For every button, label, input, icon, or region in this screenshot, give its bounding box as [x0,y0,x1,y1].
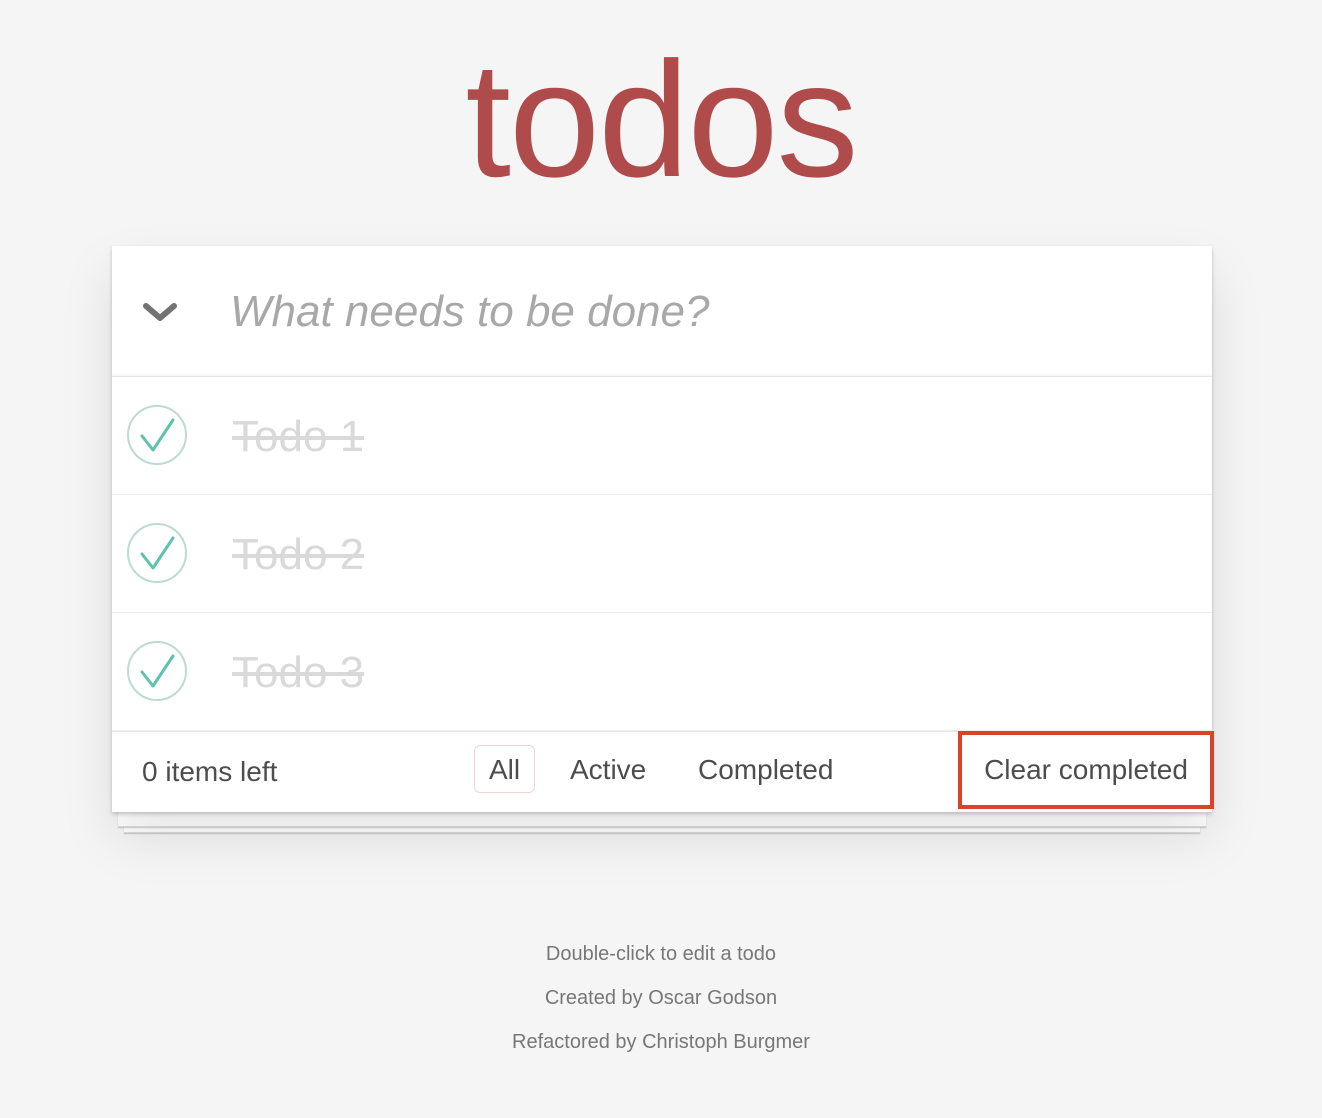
todo-item[interactable]: Todo 2 [112,495,1212,613]
refactored-by: Refactored by Christoph Burgmer [0,1028,1322,1072]
todo-footer: 0 items left All Active Completed Clear … [112,731,1214,813]
completed-check-icon[interactable] [127,523,187,583]
todo-title: Todo 3 [232,648,365,697]
todo-item[interactable]: Todo 3 [112,613,1212,731]
refactored-by-prefix: Refactored by [512,1031,643,1053]
chevron-down-icon [143,303,177,321]
refactored-by-link[interactable]: Christoph Burgmer [642,1031,810,1053]
filter-active[interactable]: Active [555,745,661,793]
completed-check-icon[interactable] [127,405,187,465]
new-todo-header [112,246,1212,377]
new-todo-input[interactable] [230,272,1170,352]
todo-title: Todo 2 [232,530,365,579]
todo-list: Todo 1 Todo 2 Todo 3 [112,377,1212,731]
edit-hint: Double-click to edit a todo [545,943,777,965]
todo-item[interactable]: Todo 1 [112,377,1212,495]
toggle-all-button[interactable] [138,290,182,334]
filter-all[interactable]: All [474,745,536,793]
app-title: todos [465,28,858,211]
items-left-count: 0 items left [142,756,278,787]
filter-completed[interactable]: Completed [683,745,848,793]
clear-completed-button[interactable]: Clear completed [958,731,1214,809]
completed-check-icon[interactable] [127,641,187,701]
todo-app-card: Todo 1 Todo 2 Todo 3 0 items left All Ac… [112,246,1214,813]
created-by: Created by Oscar Godson [0,984,1322,1028]
card-stack-shadow-1 [118,812,1206,827]
info-footer: Double-click to edit a todo Created by O… [0,940,1322,1072]
created-by-prefix: Created by [544,987,649,1009]
created-by-link[interactable]: Oscar Godson [648,987,777,1009]
todo-title: Todo 1 [232,412,365,461]
